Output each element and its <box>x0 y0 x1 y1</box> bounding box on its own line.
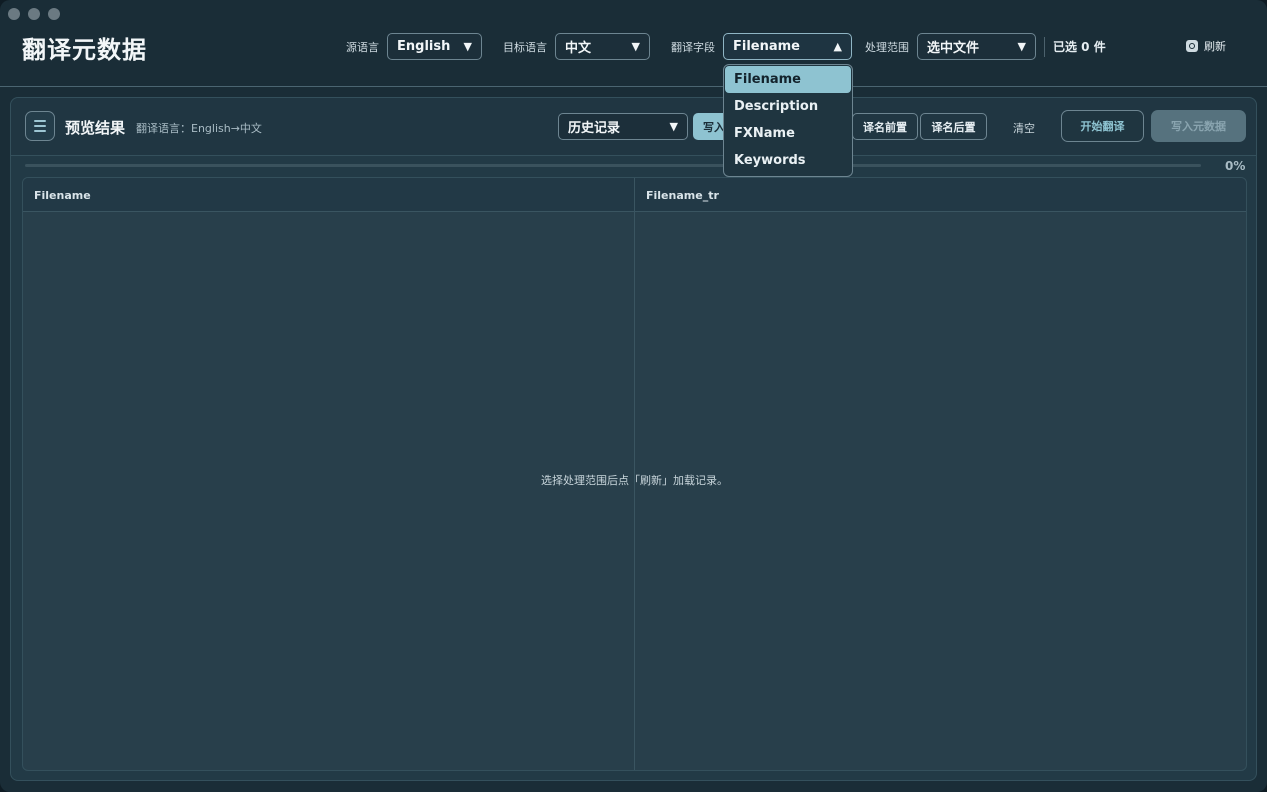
progress-label: 0% <box>1225 159 1246 173</box>
translation-language-info: 翻译语言：English→中文 <box>136 122 262 135</box>
progress-bar <box>25 164 1201 167</box>
preview-title: 预览结果 <box>65 119 126 137</box>
source-language-label: 源语言 <box>346 40 379 54</box>
dropdown-option-description[interactable]: Description <box>725 93 851 120</box>
translate-field-label: 翻译字段 <box>671 40 715 54</box>
source-language-value: English <box>397 39 451 54</box>
start-translate-button[interactable]: 开始翻译 <box>1061 110 1144 142</box>
selected-count: 已选 0 件 <box>1053 40 1106 54</box>
close-window-icon[interactable] <box>8 8 20 20</box>
header-divider <box>0 86 1267 87</box>
minimize-window-icon[interactable] <box>28 8 40 20</box>
column-header-filename-tr[interactable]: Filename_tr <box>635 178 719 212</box>
results-table: Filename Filename_tr 选择处理范围后点「刷新」加载记录。 <box>22 177 1247 771</box>
list-icon <box>34 120 46 132</box>
triangle-up-icon: ▲ <box>833 40 842 53</box>
empty-state-message: 选择处理范围后点「刷新」加载记录。 <box>541 474 728 487</box>
translate-field-dropdown: Filename Description FXName Keywords <box>723 64 853 177</box>
app-window: 翻译元数据 源语言 English ▼ 目标语言 中文 ▼ 翻译字段 Filen… <box>0 0 1267 792</box>
refresh-button[interactable]: 刷新 <box>1186 38 1226 54</box>
scope-group: 处理范围 选中文件 ▼ 已选 0 件 <box>865 33 1106 60</box>
triangle-down-icon: ▼ <box>1017 40 1026 53</box>
history-value: 历史记录 <box>568 121 621 136</box>
maximize-window-icon[interactable] <box>48 8 60 20</box>
translate-field-select[interactable]: Filename ▲ <box>723 33 852 60</box>
toolbar-divider <box>1044 36 1045 57</box>
target-language-select[interactable]: 中文 ▼ <box>555 33 650 60</box>
translate-field-value: Filename <box>733 39 800 54</box>
refresh-icon <box>1186 40 1198 52</box>
clear-button[interactable]: 清空 <box>1013 120 1035 136</box>
column-header-filename[interactable]: Filename <box>23 178 91 212</box>
preview-panel: 预览结果 翻译语言：English→中文 历史记录 ▼ 写入 译名前置 译名后置… <box>10 97 1257 781</box>
suffix-translation-button[interactable]: 译名后置 <box>920 113 987 140</box>
translate-field-group: 翻译字段 Filename ▲ <box>671 33 852 60</box>
source-language-select[interactable]: English ▼ <box>387 33 482 60</box>
dropdown-option-filename[interactable]: Filename <box>725 66 851 93</box>
target-language-value: 中文 <box>565 41 592 56</box>
list-toggle-button[interactable] <box>25 111 55 141</box>
dropdown-option-keywords[interactable]: Keywords <box>725 147 851 174</box>
write-metadata-button[interactable]: 写入元数据 <box>1151 110 1246 142</box>
target-language-label: 目标语言 <box>503 40 547 54</box>
scope-label: 处理范围 <box>865 40 909 54</box>
target-language-group: 目标语言 中文 ▼ <box>503 33 650 60</box>
scope-value: 选中文件 <box>927 41 980 56</box>
source-language-group: 源语言 English ▼ <box>346 33 482 60</box>
refresh-label: 刷新 <box>1204 40 1226 53</box>
history-select[interactable]: 历史记录 ▼ <box>558 113 688 140</box>
window-controls <box>8 8 60 20</box>
scope-select[interactable]: 选中文件 ▼ <box>917 33 1036 60</box>
app-title: 翻译元数据 <box>22 36 147 64</box>
preview-header: 预览结果 翻译语言：English→中文 历史记录 ▼ 写入 译名前置 译名后置… <box>11 98 1256 156</box>
triangle-down-icon: ▼ <box>631 40 640 53</box>
prefix-translation-button[interactable]: 译名前置 <box>852 113 918 140</box>
triangle-down-icon: ▼ <box>669 120 678 133</box>
dropdown-option-fxname[interactable]: FXName <box>725 120 851 147</box>
triangle-down-icon: ▼ <box>463 40 472 53</box>
